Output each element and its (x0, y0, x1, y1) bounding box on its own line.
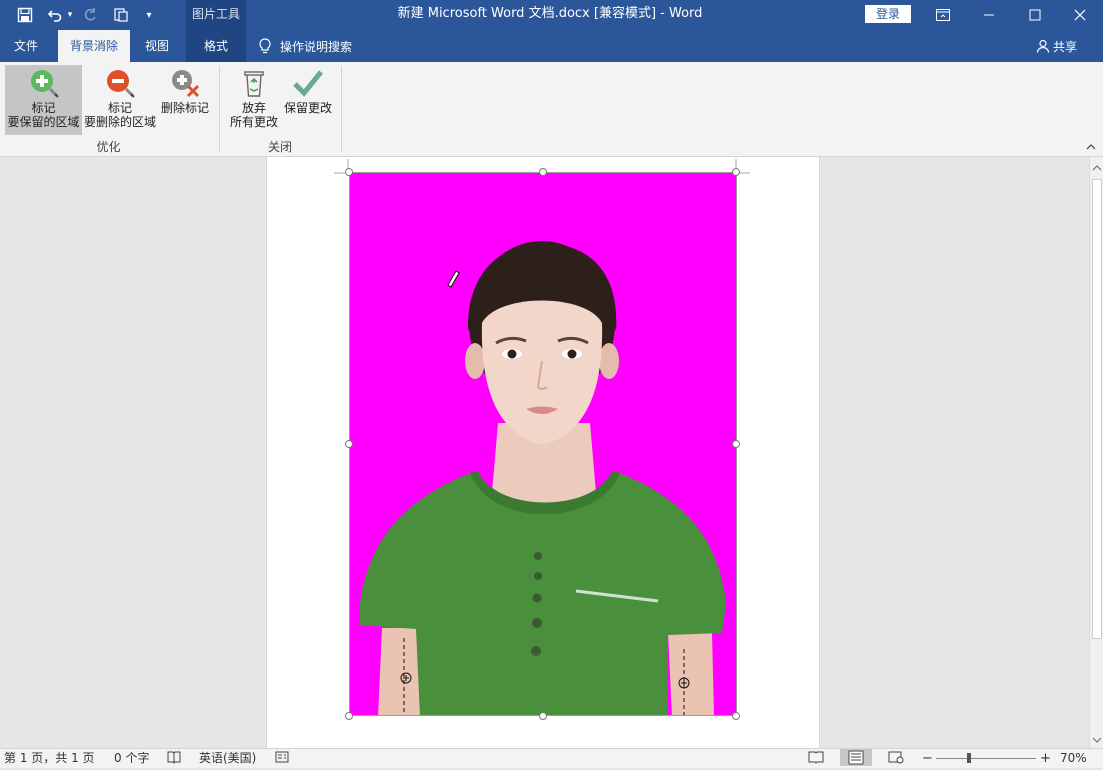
tab-background-removal[interactable]: 背景消除 (58, 30, 130, 62)
delete-mark-icon (172, 70, 200, 98)
vertical-scrollbar[interactable] (1089, 157, 1103, 748)
lightbulb-icon (259, 38, 271, 54)
tab-view[interactable]: 视图 (134, 30, 180, 62)
macro-icon[interactable] (275, 750, 289, 768)
mark-keep-plus-icon (30, 70, 59, 98)
zoom-out-button[interactable]: − (922, 751, 933, 766)
keep-changes-button[interactable]: 保留更改 (282, 65, 334, 135)
collapse-ribbon-icon[interactable] (1085, 142, 1097, 154)
tab-format[interactable]: 格式 (186, 30, 246, 62)
group-separator (341, 66, 342, 152)
resize-handle[interactable] (345, 168, 353, 176)
group-close-label: 关闭 (267, 140, 292, 154)
document-area (0, 157, 1089, 748)
page-count[interactable]: 第 1 页，共 1 页 (4, 751, 95, 766)
proofing-icon[interactable] (167, 750, 181, 768)
group-separator (219, 66, 220, 152)
language[interactable]: 英语(美国) (199, 751, 256, 766)
mark-remove-label-1: 标记 (107, 101, 132, 115)
ribbon-tab-bar: 文件 背景消除 视图 格式 操作说明搜索 共享 (0, 30, 1103, 62)
resize-handle[interactable] (732, 712, 740, 720)
keep-changes-label: 保留更改 (283, 101, 332, 115)
portrait-image (360, 241, 726, 715)
recycle-bin-icon (244, 71, 264, 97)
resize-handle[interactable] (345, 440, 353, 448)
undo-icon[interactable] (44, 5, 66, 25)
resize-handle[interactable] (539, 168, 547, 176)
read-mode-icon[interactable] (808, 750, 824, 768)
resize-handle[interactable] (539, 712, 547, 720)
discard-label-2: 所有更改 (229, 115, 278, 129)
login-button[interactable]: 登录 (865, 5, 911, 23)
scroll-up-icon[interactable] (1092, 161, 1102, 171)
discard-all-changes-button[interactable]: 放弃 所有更改 (226, 65, 282, 135)
save-icon[interactable] (14, 5, 36, 25)
print-layout-icon[interactable] (840, 749, 872, 766)
group-refine-label: 优化 (96, 140, 121, 154)
mark-keep-label-2: 要保留的区域 (7, 115, 80, 129)
resize-handle[interactable] (732, 168, 740, 176)
zoom-slider[interactable] (936, 758, 1036, 759)
zoom-slider-thumb[interactable] (967, 753, 971, 763)
mark-remove-minus-icon (107, 70, 135, 98)
minimize-icon[interactable] (966, 0, 1012, 30)
web-layout-icon[interactable] (888, 750, 904, 768)
ribbon-display-icon[interactable] (920, 0, 966, 30)
checkmark-icon (293, 70, 323, 97)
person-icon (1036, 39, 1050, 53)
delete-mark-label: 删除标记 (160, 101, 209, 115)
mark-keep-label-1: 标记 (31, 101, 56, 115)
tell-me-label: 操作说明搜索 (280, 39, 353, 54)
resize-handle[interactable] (345, 712, 353, 720)
portrait-photo[interactable] (349, 172, 737, 716)
zoom-in-button[interactable]: + (1040, 751, 1051, 766)
discard-label-1: 放弃 (241, 101, 266, 115)
mark-areas-to-remove-button[interactable]: 标记 要删除的区域 (84, 65, 156, 135)
share-label: 共享 (1053, 39, 1078, 54)
word-count[interactable]: 0 个字 (114, 751, 149, 766)
redo-icon[interactable] (80, 5, 100, 25)
undo-dropdown-icon[interactable]: ▾ (64, 5, 76, 25)
share-button[interactable]: 共享 (1036, 30, 1077, 62)
title-bar: ▾ ▾ 图片工具 新建 Microsoft Word 文档.docx [兼容模式… (0, 0, 1103, 30)
zoom-level[interactable]: 70% (1060, 751, 1087, 766)
close-icon[interactable] (1057, 0, 1103, 30)
scroll-down-icon[interactable] (1092, 733, 1102, 743)
window-title: 新建 Microsoft Word 文档.docx [兼容模式] - Word (397, 6, 703, 21)
touch-mode-icon[interactable] (110, 5, 132, 25)
picture-tools-header: 图片工具 (186, 0, 246, 30)
mark-remove-label-2: 要删除的区域 (84, 115, 157, 129)
tell-me-search[interactable]: 操作说明搜索 (258, 30, 352, 62)
tab-file[interactable]: 文件 (0, 30, 52, 62)
resize-handle[interactable] (732, 440, 740, 448)
mark-areas-to-keep-button[interactable]: 标记 要保留的区域 (5, 65, 82, 135)
scroll-thumb[interactable] (1092, 179, 1102, 639)
delete-mark-button[interactable]: 删除标记 (158, 65, 212, 135)
status-bar: 第 1 页，共 1 页 0 个字 英语(美国) − + 70% (0, 748, 1103, 768)
customize-qat-icon[interactable]: ▾ (142, 5, 156, 25)
ribbon: 标记 要保留的区域 标记 要删除的区域 删除标记 优化 放弃 所有更改 保留更改… (0, 62, 1103, 157)
maximize-icon[interactable] (1012, 0, 1058, 30)
